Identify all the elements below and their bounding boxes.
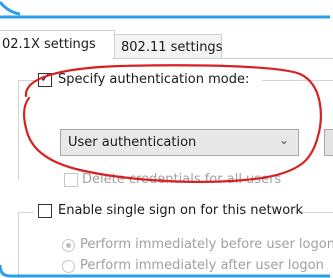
sso-after-logon-label: Perform immediately after user logon	[80, 258, 324, 273]
sso-before-logon-label: Perform immediately before user logon	[80, 237, 333, 252]
enable-sso-checkbox[interactable]	[38, 204, 52, 218]
sso-group-border-top-left	[18, 212, 34, 213]
sso-group-border-left	[18, 212, 19, 278]
checkmark-icon: ✓	[40, 71, 51, 86]
enable-sso-label: Enable single sign on for this network	[58, 203, 304, 218]
group-border-top-right	[262, 80, 333, 81]
specify-authentication-label: Specify authentication mode:	[58, 72, 250, 87]
dialog-content: 02.1X settings 802.11 settings ✓ Specify…	[0, 0, 333, 278]
tab-strip-divider	[112, 58, 333, 59]
group-border-left	[18, 80, 19, 180]
blue-frame-corner	[0, 1, 21, 16]
authentication-mode-select[interactable]: User authentication ⌄	[60, 129, 299, 156]
delete-credentials-label: Delete credentials for all users	[82, 172, 282, 187]
chevron-down-icon: ⌄	[278, 133, 289, 147]
sso-before-logon-radio[interactable]	[62, 239, 75, 252]
specify-authentication-checkbox[interactable]: ✓	[38, 71, 52, 87]
sso-after-logon-radio[interactable]	[62, 260, 75, 273]
authentication-mode-value: User authentication	[68, 135, 197, 150]
delete-credentials-checkbox[interactable]	[64, 173, 78, 187]
adjacent-button-edge[interactable]	[324, 129, 333, 156]
tab-80211-settings[interactable]: 802.11 settings	[114, 34, 222, 58]
radio-selected-dot	[66, 243, 71, 248]
group-border-top-left	[18, 80, 34, 81]
tab-8021x-settings[interactable]: 02.1X settings	[0, 30, 115, 59]
